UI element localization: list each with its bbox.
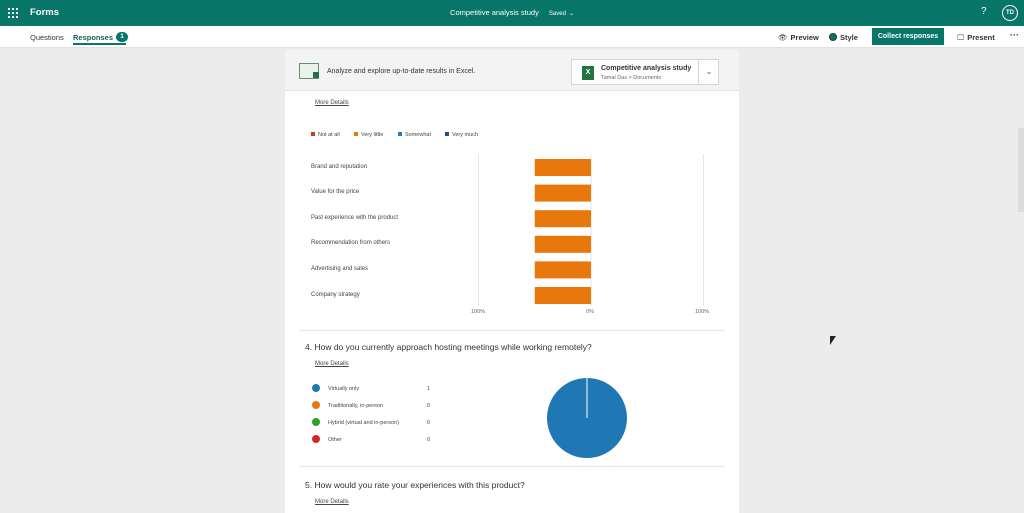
bar-3-very-little xyxy=(534,235,591,253)
style-button[interactable]: Style xyxy=(829,33,858,42)
tab-responses-label: Responses xyxy=(73,33,114,42)
mouse-cursor-icon xyxy=(830,336,836,345)
likert-bar-chart xyxy=(478,154,704,306)
excel-banner: Analyze and explore up-to-date results i… xyxy=(285,50,739,91)
question-divider xyxy=(299,466,725,467)
pie-legend-label-1: Traditionally, in-person xyxy=(328,403,384,409)
tab-responses[interactable]: Responses 1 xyxy=(73,32,129,42)
pie-legend-count-3: 0 xyxy=(427,437,431,443)
excel-file-name: Competitive analysis study xyxy=(601,65,692,72)
question-5-title: 5. How would you rate your experiences w… xyxy=(305,480,525,490)
legend-label-2: Somewhat xyxy=(405,132,431,138)
legend-item-2: Somewhat xyxy=(398,132,431,138)
form-title[interactable]: Competitive analysis study xyxy=(450,8,539,17)
bar-5-very-little xyxy=(534,287,591,304)
form-title-area: Competitive analysis study Saved ⌄ xyxy=(0,8,1024,17)
pie-legend-label-0: Virtually only xyxy=(328,386,360,392)
more-details-link-q3[interactable]: More Details xyxy=(315,100,349,106)
more-options-icon[interactable]: ··· xyxy=(1010,30,1019,40)
pie-legend-count-0: 1 xyxy=(427,386,431,392)
pie-legend-count-1: 0 xyxy=(427,403,431,409)
pie-legend-count-2: 0 xyxy=(427,420,431,426)
excel-file-icon: X xyxy=(582,66,594,80)
palette-icon xyxy=(829,33,837,42)
style-label: Style xyxy=(840,33,858,42)
app-launcher-icon[interactable] xyxy=(8,8,18,18)
sub-navigation: Questions Responses 1 👁 Preview Style Coll… xyxy=(0,26,1024,48)
legend-swatch-3 xyxy=(445,132,449,137)
pie-legend-label-2: Hybrid (virtual and in-person) xyxy=(328,420,399,426)
tab-questions[interactable]: Questions xyxy=(30,33,64,42)
x-axis-tick-left: 100% xyxy=(471,309,486,315)
present-button[interactable]: 🖵 Present xyxy=(957,33,995,43)
pie-legend-dot-3 xyxy=(312,435,320,443)
avatar[interactable]: TD xyxy=(1002,5,1018,21)
preview-button[interactable]: 👁 Preview xyxy=(778,33,819,42)
save-status: Saved xyxy=(548,11,566,17)
top-app-bar: Forms Competitive analysis study Saved ⌄ … xyxy=(0,0,1024,26)
excel-file-path: Tamal Das > Documents xyxy=(601,75,662,81)
help-icon[interactable]: ? xyxy=(981,6,987,17)
excel-chart-icon xyxy=(299,63,319,79)
question-divider xyxy=(299,330,725,331)
open-in-excel-button[interactable]: X Competitive analysis study Tamal Das >… xyxy=(571,59,719,85)
excel-prompt: Analyze and explore up-to-date results i… xyxy=(327,68,476,75)
collect-responses-button[interactable]: Collect responses xyxy=(872,28,944,45)
legend-item-1: Very little xyxy=(354,132,383,138)
bar-1-very-little xyxy=(534,184,591,202)
legend-label-0: Not at all xyxy=(318,132,340,138)
bar-2-very-little xyxy=(534,210,591,228)
bar-4-very-little xyxy=(534,261,591,279)
more-details-link-q5[interactable]: More Details xyxy=(315,499,349,505)
pie-legend-dot-0 xyxy=(312,384,320,392)
pie-legend-dot-1 xyxy=(312,401,320,409)
app-name[interactable]: Forms xyxy=(30,7,59,18)
chevron-down-icon[interactable]: ⌄ xyxy=(569,11,574,17)
more-details-link-q4[interactable]: More Details xyxy=(315,361,349,367)
scrollbar-thumb[interactable] xyxy=(1018,128,1024,212)
x-axis-tick-right: 100% xyxy=(695,309,710,315)
responses-card: Analyze and explore up-to-date results i… xyxy=(285,50,739,513)
legend-label-1: Very little xyxy=(361,132,384,138)
pie-legend-label-3: Other xyxy=(328,437,342,443)
legend-swatch-2 xyxy=(398,132,402,137)
legend-swatch-0 xyxy=(311,132,315,137)
x-axis-tick-center: 0% xyxy=(586,309,594,315)
monitor-icon: 🖵 xyxy=(957,33,965,42)
meeting-approach-pie-chart xyxy=(547,378,627,458)
present-label: Present xyxy=(967,33,995,42)
legend-swatch-1 xyxy=(354,132,358,137)
chevron-down-icon[interactable]: ⌄ xyxy=(698,60,719,84)
legend-item-0: Not at all xyxy=(311,132,340,138)
legend-label-3: Very much xyxy=(452,132,478,138)
preview-label: Preview xyxy=(790,33,819,42)
question-4-title: 4. How do you currently approach hosting… xyxy=(305,342,592,352)
responses-count-badge: 1 xyxy=(116,32,129,42)
legend-item-3: Very much xyxy=(445,132,478,138)
active-tab-indicator xyxy=(73,43,126,45)
eye-icon: 👁 xyxy=(778,33,788,42)
pie-legend-dot-2 xyxy=(312,418,320,426)
bar-0-very-little xyxy=(534,159,591,176)
